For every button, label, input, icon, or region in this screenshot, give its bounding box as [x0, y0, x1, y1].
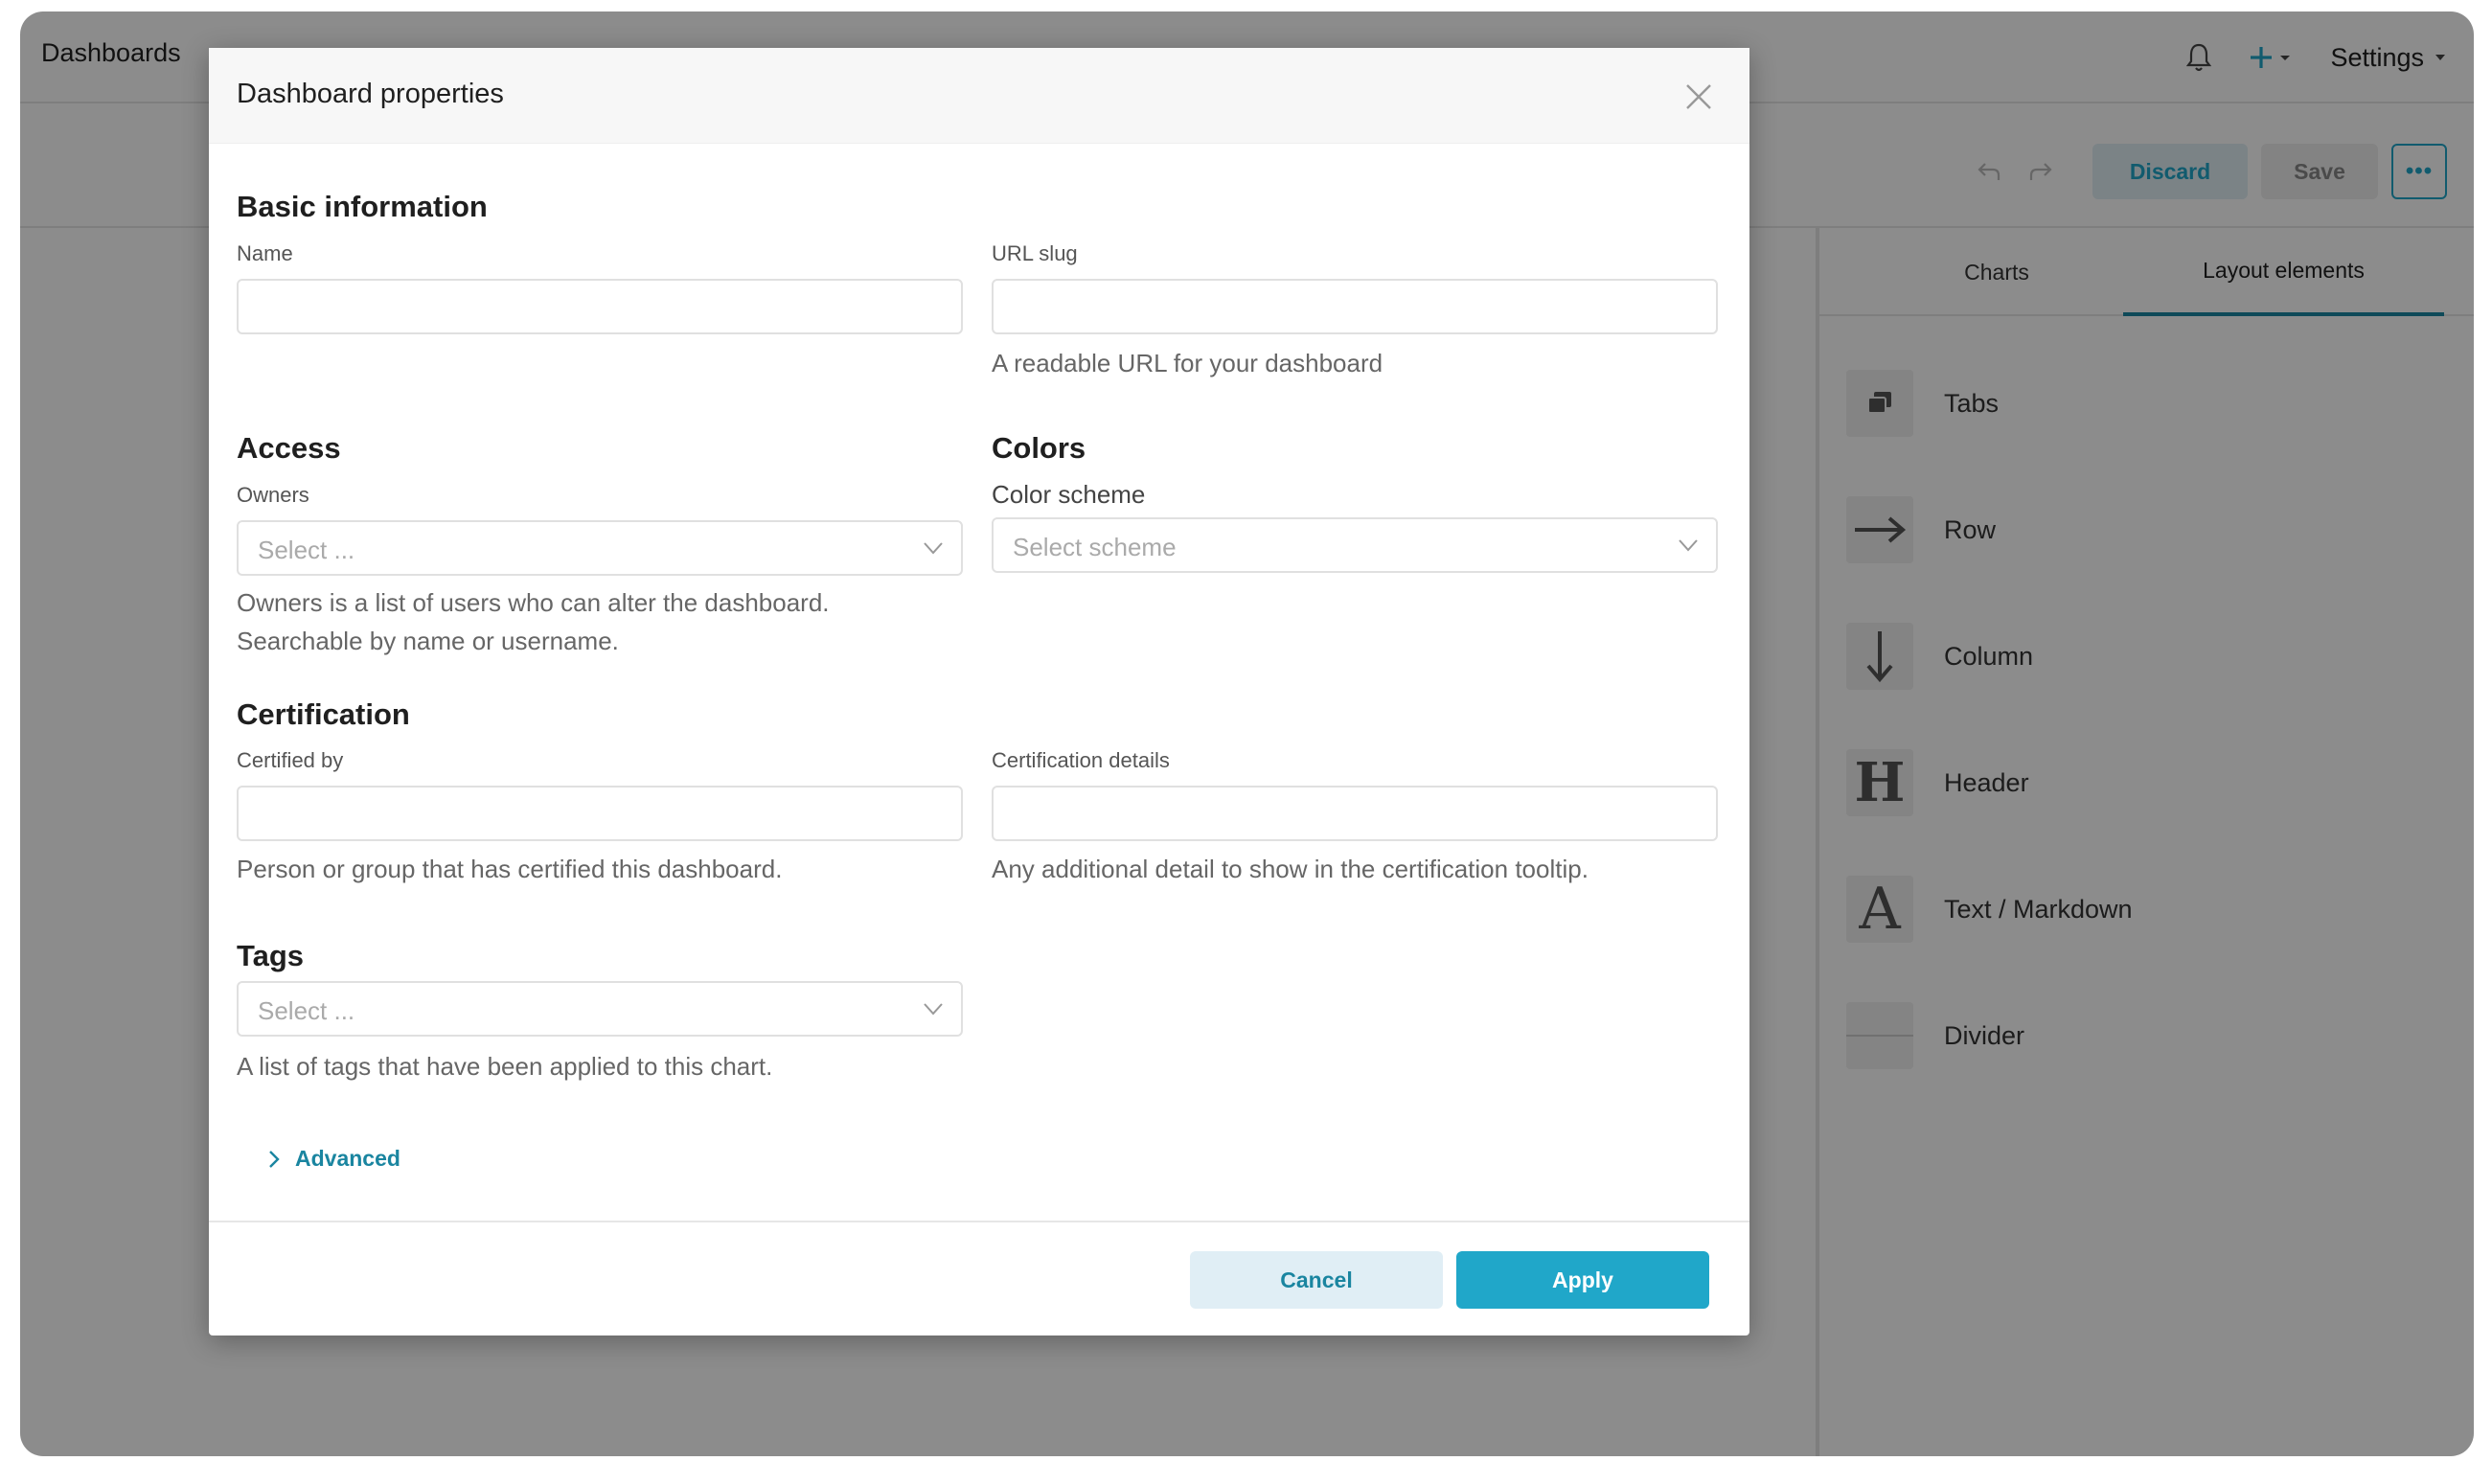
certification-details-label: Certification details: [992, 748, 1170, 772]
owners-placeholder: Select ...: [258, 536, 355, 564]
modal-header: Dashboard properties: [209, 48, 1749, 144]
certified-by-label: Certified by: [237, 748, 344, 772]
advanced-toggle[interactable]: Advanced: [268, 1146, 400, 1172]
app-window: Dashboards Settings Discard Save ••• Cha…: [20, 11, 2474, 1456]
url-slug-help: A readable URL for your dashboard: [992, 349, 1383, 377]
color-scheme-placeholder: Select scheme: [1013, 533, 1177, 561]
color-scheme-label: Color scheme: [992, 480, 1146, 509]
close-icon[interactable]: [1682, 80, 1715, 113]
name-input[interactable]: [237, 279, 963, 334]
tags-select[interactable]: Select ...: [237, 981, 963, 1037]
advanced-label: Advanced: [295, 1146, 400, 1171]
section-access: Access: [237, 431, 341, 465]
owners-help-line-2: Searchable by name or username.: [237, 627, 619, 655]
section-basic-information: Basic information: [237, 190, 488, 223]
chevron-right-icon: [269, 1150, 280, 1168]
name-label: Name: [237, 241, 293, 265]
modal-title: Dashboard properties: [237, 79, 504, 109]
chevron-down-icon: [924, 542, 943, 555]
certification-details-input[interactable]: [992, 786, 1718, 841]
url-slug-label: URL slug: [992, 241, 1078, 265]
url-slug-input[interactable]: [992, 279, 1718, 334]
section-certification: Certification: [237, 697, 410, 731]
tags-placeholder: Select ...: [258, 996, 355, 1025]
cancel-button[interactable]: Cancel: [1190, 1251, 1443, 1309]
certified-by-input[interactable]: [237, 786, 963, 841]
section-colors: Colors: [992, 431, 1086, 465]
owners-select[interactable]: Select ...: [237, 520, 963, 576]
chevron-down-icon: [1679, 539, 1698, 552]
certified-by-help: Person or group that has certified this …: [237, 855, 783, 883]
chevron-down-icon: [924, 1003, 943, 1016]
dashboard-properties-modal: Dashboard properties Basic information N…: [209, 48, 1749, 1336]
certification-details-help: Any additional detail to show in the cer…: [992, 855, 1589, 883]
footer-divider: [209, 1221, 1749, 1222]
tags-help: A list of tags that have been applied to…: [237, 1052, 773, 1081]
owners-help-line-1: Owners is a list of users who can alter …: [237, 588, 830, 617]
apply-button[interactable]: Apply: [1456, 1251, 1709, 1309]
color-scheme-select[interactable]: Select scheme: [992, 517, 1718, 573]
section-tags: Tags: [237, 939, 305, 972]
owners-label: Owners: [237, 483, 309, 507]
